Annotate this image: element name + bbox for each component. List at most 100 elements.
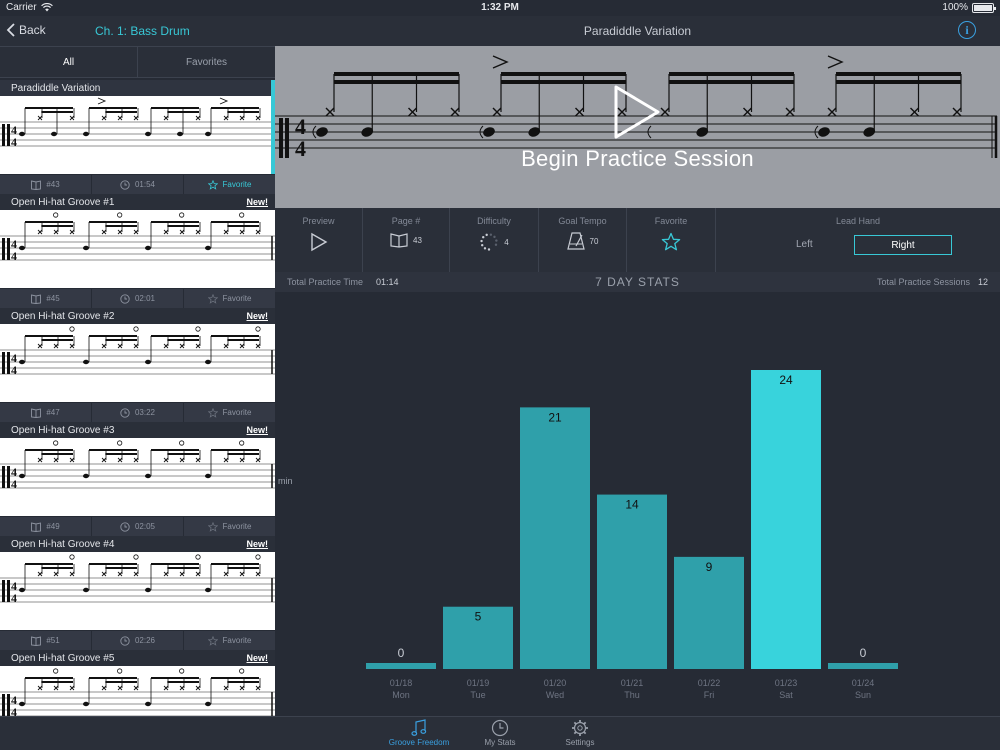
metronome-icon <box>566 232 585 250</box>
book-icon <box>390 233 408 248</box>
clock-icon <box>120 179 130 190</box>
info-button[interactable]: i <box>958 21 976 39</box>
duration: 01:54 <box>134 180 156 189</box>
notation-staff: 44 <box>0 668 275 716</box>
page-cell: #49 <box>0 517 92 536</box>
groove-title: Paradiddle Variation <box>11 83 101 94</box>
filter-segmented-control: All Favorites <box>0 46 275 78</box>
favorite-label: Favorite <box>654 216 688 226</box>
notation-staff: 44 <box>0 326 275 377</box>
chart-bar <box>597 494 667 669</box>
duration: 02:26 <box>134 636 156 645</box>
back-button[interactable]: Back <box>6 23 46 37</box>
difficulty-control[interactable]: Difficulty 4 <box>450 208 539 272</box>
new-badge: New! <box>246 539 268 549</box>
x-tick-day: Tue <box>470 690 485 700</box>
unit-label: min <box>278 476 293 486</box>
star-icon <box>661 232 681 251</box>
bar-value-label: 21 <box>548 410 562 424</box>
begin-practice-button[interactable]: 4 4 Begin Practice Session <box>275 46 1000 208</box>
goal-tempo-control[interactable]: Goal Tempo 70 <box>539 208 627 272</box>
page-control[interactable]: Page # 43 <box>363 208 450 272</box>
clock-time: 1:32 PM <box>481 2 519 13</box>
x-tick-date: 01/22 <box>698 678 721 688</box>
page-cell: #43 <box>0 175 92 194</box>
page-number: #47 <box>46 408 60 417</box>
svg-text:4: 4 <box>11 477 17 491</box>
difficulty-value: 4 <box>504 237 509 247</box>
duration: 02:01 <box>134 294 156 303</box>
page-number: #43 <box>46 180 60 189</box>
groove-notation: 44 <box>0 210 275 288</box>
favorite-toggle[interactable]: Favorite <box>184 403 275 422</box>
tab-bar: Groove Freedom My Stats Settings <box>0 716 1000 750</box>
groove-notation: 44 <box>0 96 275 174</box>
lead-hand-control: Lead Hand Left Right <box>716 208 1000 272</box>
play-icon <box>310 232 327 252</box>
bar-value-label: 5 <box>475 610 482 624</box>
preview-control[interactable]: Preview <box>275 208 363 272</box>
favorite-toggle[interactable]: Favorite <box>184 631 275 650</box>
favorite-toggle[interactable]: Favorite <box>184 175 275 194</box>
lead-hand-left-button[interactable]: Left <box>796 239 813 250</box>
groove-list-item[interactable]: Open Hi-hat Groove #5 New! 4 4 <box>0 650 275 716</box>
tab-my-stats[interactable]: My Stats <box>465 719 535 750</box>
bar-value-label: 9 <box>706 560 713 574</box>
new-badge: New! <box>246 425 268 435</box>
groove-list-item[interactable]: Open Hi-hat Groove #4 New! 4 4 #51 02:26 Favor… <box>0 536 275 650</box>
groove-list-item[interactable]: Paradiddle Variation 4 4 #43 01:54 Favorite <box>0 80 275 194</box>
preview-label: Preview <box>302 216 335 226</box>
stats-chart: 0 01/18 Mon 5 01/19 Tue 21 01/20 Wed 14 01/21 Thu 9 0… <box>275 292 1000 716</box>
favorite-control[interactable]: Favorite <box>627 208 716 272</box>
tab-settings[interactable]: Settings <box>545 719 615 750</box>
left-header: Back Ch. 1: Bass Drum <box>0 16 275 46</box>
star-icon <box>207 635 218 646</box>
svg-text:4: 4 <box>11 135 17 149</box>
app-window: Carrier 1:32 PM 100% Back Ch. 1: Bass Dr… <box>0 0 1000 750</box>
goal-tempo-label: Goal Tempo <box>558 216 607 226</box>
favorite-label: Favorite <box>222 180 252 189</box>
groove-title-row: Paradiddle Variation <box>0 80 275 96</box>
clock-icon <box>120 407 130 418</box>
x-tick-date: 01/23 <box>775 678 798 688</box>
lead-hand-right-button[interactable]: Right <box>854 235 952 255</box>
groove-info-row: #49 02:05 Favorite <box>0 516 275 536</box>
x-tick-date: 01/21 <box>621 678 644 688</box>
lead-hand-label: Lead Hand <box>835 216 881 226</box>
new-badge: New! <box>246 653 268 663</box>
groove-title-row: Open Hi-hat Groove #4 New! <box>0 536 275 552</box>
star-icon <box>207 179 218 190</box>
battery-icon <box>972 2 996 13</box>
svg-text:4: 4 <box>11 705 17 716</box>
book-icon <box>31 521 42 532</box>
x-tick-day: Sat <box>779 690 793 700</box>
groove-notation: 44 <box>0 438 275 516</box>
tab-groove-freedom[interactable]: Groove Freedom <box>384 719 454 750</box>
favorite-toggle[interactable]: Favorite <box>184 289 275 308</box>
notation-staff: 44 <box>0 554 275 605</box>
duration-cell: 02:05 <box>92 517 184 536</box>
main-header: Paradiddle Variation i <box>275 16 1000 46</box>
chart-bar <box>520 407 590 669</box>
favorite-toggle[interactable]: Favorite <box>184 517 275 536</box>
x-tick-date: 01/24 <box>852 678 875 688</box>
x-tick-day: Fri <box>704 690 715 700</box>
tab-favorites[interactable]: Favorites <box>138 47 275 77</box>
groove-title-row: Open Hi-hat Groove #2 New! <box>0 308 275 324</box>
bar-chart: 0 01/18 Mon 5 01/19 Tue 21 01/20 Wed 14 01/21 Thu 9 0… <box>366 370 898 700</box>
groove-notation: 44 <box>0 552 275 630</box>
groove-list-item[interactable]: Open Hi-hat Groove #1 New! 4 4 #45 02:01 Favor… <box>0 194 275 308</box>
groove-list-item[interactable]: Open Hi-hat Groove #2 New! 4 4 #47 03:22 Favor… <box>0 308 275 422</box>
tab-all[interactable]: All <box>0 47 138 77</box>
groove-title-row: Open Hi-hat Groove #3 New! <box>0 422 275 438</box>
groove-title: Open Hi-hat Groove #2 <box>11 311 115 322</box>
book-icon <box>31 179 42 190</box>
back-label: Back <box>19 23 46 37</box>
groove-list-item[interactable]: Open Hi-hat Groove #3 New! 4 4 #49 02:05 Favor… <box>0 422 275 536</box>
groove-list[interactable]: Paradiddle Variation 4 4 #43 01:54 Favorite Op… <box>0 80 275 716</box>
chevron-left-icon <box>6 23 15 37</box>
battery-fill <box>974 4 992 11</box>
begin-practice-label: Begin Practice Session <box>521 146 754 171</box>
tab-all-label: All <box>62 56 75 68</box>
duration-cell: 01:54 <box>92 175 184 194</box>
